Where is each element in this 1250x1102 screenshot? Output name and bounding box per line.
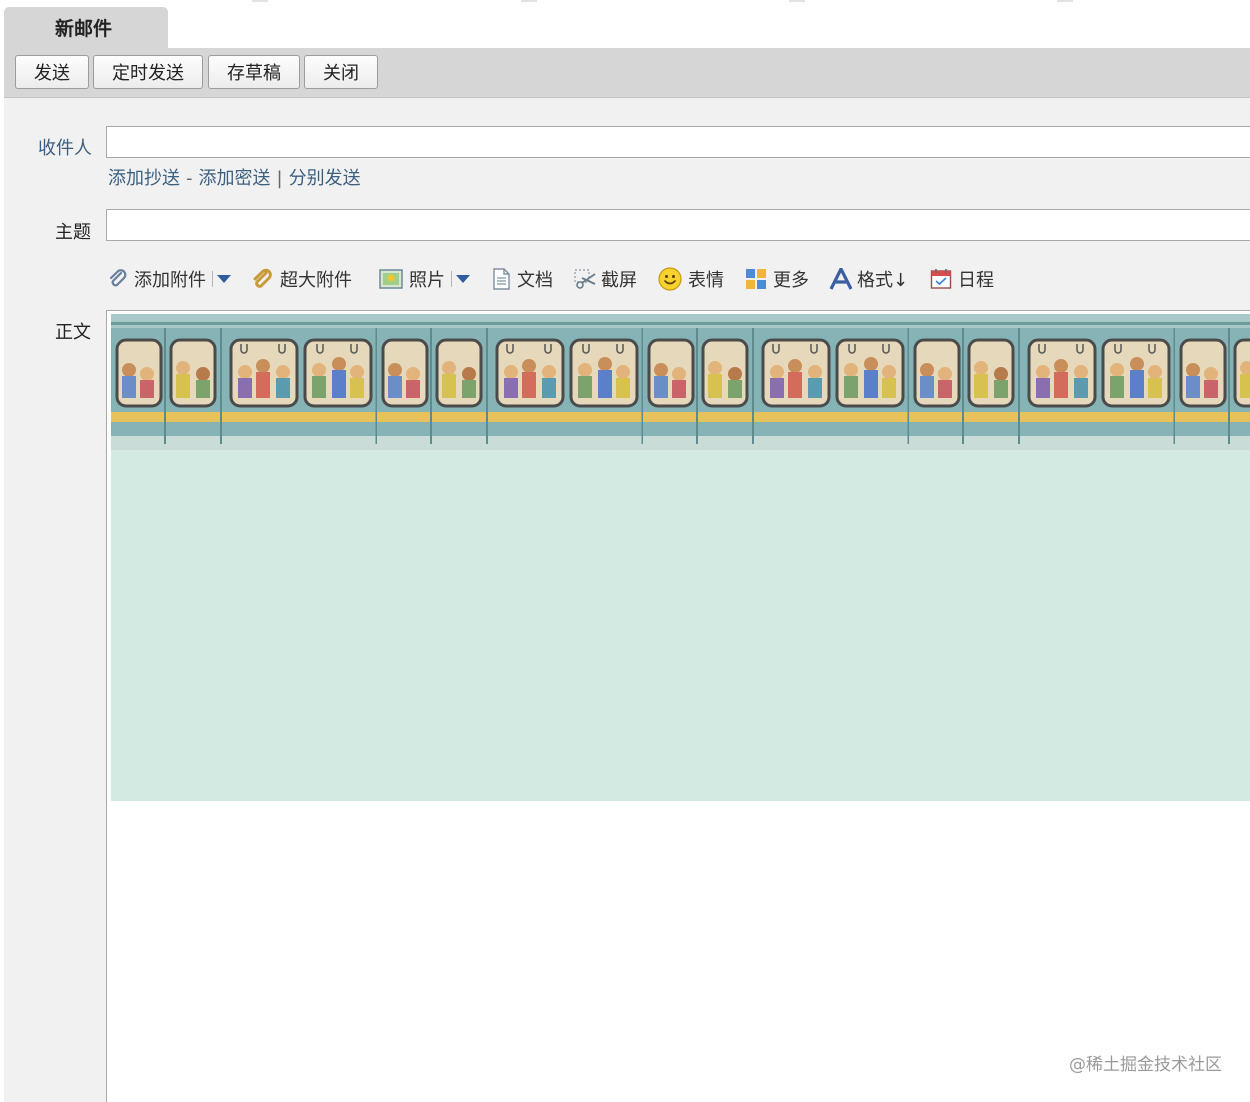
emoji-button[interactable]: 表情 [658, 264, 724, 294]
chevron-down-icon[interactable] [456, 275, 470, 283]
train-banner-image [111, 314, 1250, 450]
attachment-toolbar: 添加附件 超大附件 照片 文档 截屏 表情 更多 格式↓ 日程 [108, 264, 1248, 294]
tab-title: 新邮件 [55, 18, 113, 40]
pipe-separator: | [276, 168, 283, 189]
save-draft-button[interactable]: 存草稿 [208, 55, 300, 89]
more-label: 更多 [773, 270, 809, 291]
calendar-icon [930, 268, 952, 290]
recipient-options: 添加抄送 - 添加密送 | 分别发送 [108, 164, 361, 190]
tab-new-mail[interactable]: 新邮件 [4, 7, 168, 48]
add-attachment-label: 添加附件 [134, 270, 206, 291]
photo-icon [379, 269, 403, 289]
subject-label: 主题 [55, 222, 91, 243]
scissors-icon [573, 268, 597, 290]
recipient-label[interactable]: 收件人 [38, 134, 92, 160]
large-paperclip-icon [252, 268, 274, 290]
close-button[interactable]: 关闭 [304, 55, 378, 89]
watermark: @稀土掘金技术社区 [1069, 1055, 1222, 1075]
body-label: 正文 [55, 322, 91, 343]
emoji-label: 表情 [688, 270, 724, 291]
compose-toolbar: 发送 定时发送 存草稿 关闭 [4, 48, 1250, 98]
grid-icon [745, 268, 767, 290]
add-cc-link[interactable]: 添加抄送 [108, 168, 180, 189]
smiley-icon [658, 267, 682, 291]
separate-send-link[interactable]: 分别发送 [289, 168, 361, 189]
photo-button[interactable]: 照片 [379, 264, 470, 294]
add-bcc-link[interactable]: 添加密送 [199, 168, 271, 189]
screenshot-button[interactable]: 截屏 [573, 264, 637, 294]
more-button[interactable]: 更多 [745, 264, 809, 294]
compose-form: 收件人 添加抄送 - 添加密送 | 分别发送 主题 添加附件 超大附件 照片 文… [4, 98, 1250, 1102]
recipient-input[interactable] [106, 126, 1250, 158]
format-label: 格式↓ [857, 270, 909, 291]
tab-strip: 新邮件 [4, 0, 1250, 48]
document-icon [491, 268, 511, 290]
large-attachment-button[interactable]: 超大附件 [252, 264, 352, 294]
scheduled-send-button[interactable]: 定时发送 [93, 55, 203, 89]
body-editor[interactable] [106, 310, 1250, 1102]
stationery-background [111, 314, 1250, 801]
large-attachment-label: 超大附件 [280, 270, 352, 291]
paperclip-icon [108, 268, 128, 290]
document-button[interactable]: 文档 [491, 264, 553, 294]
divider [212, 271, 213, 287]
format-button[interactable]: 格式↓ [829, 264, 908, 294]
document-label: 文档 [517, 270, 553, 291]
photo-label: 照片 [409, 270, 445, 291]
dash-separator: - [186, 168, 193, 189]
schedule-label: 日程 [958, 270, 994, 291]
add-attachment-button[interactable]: 添加附件 [108, 264, 231, 294]
subject-input[interactable] [106, 209, 1250, 241]
schedule-button[interactable]: 日程 [930, 264, 994, 294]
font-a-icon [829, 268, 853, 290]
screenshot-label: 截屏 [601, 270, 637, 291]
divider [451, 271, 452, 287]
chevron-down-icon[interactable] [217, 275, 231, 283]
send-button[interactable]: 发送 [15, 55, 89, 89]
